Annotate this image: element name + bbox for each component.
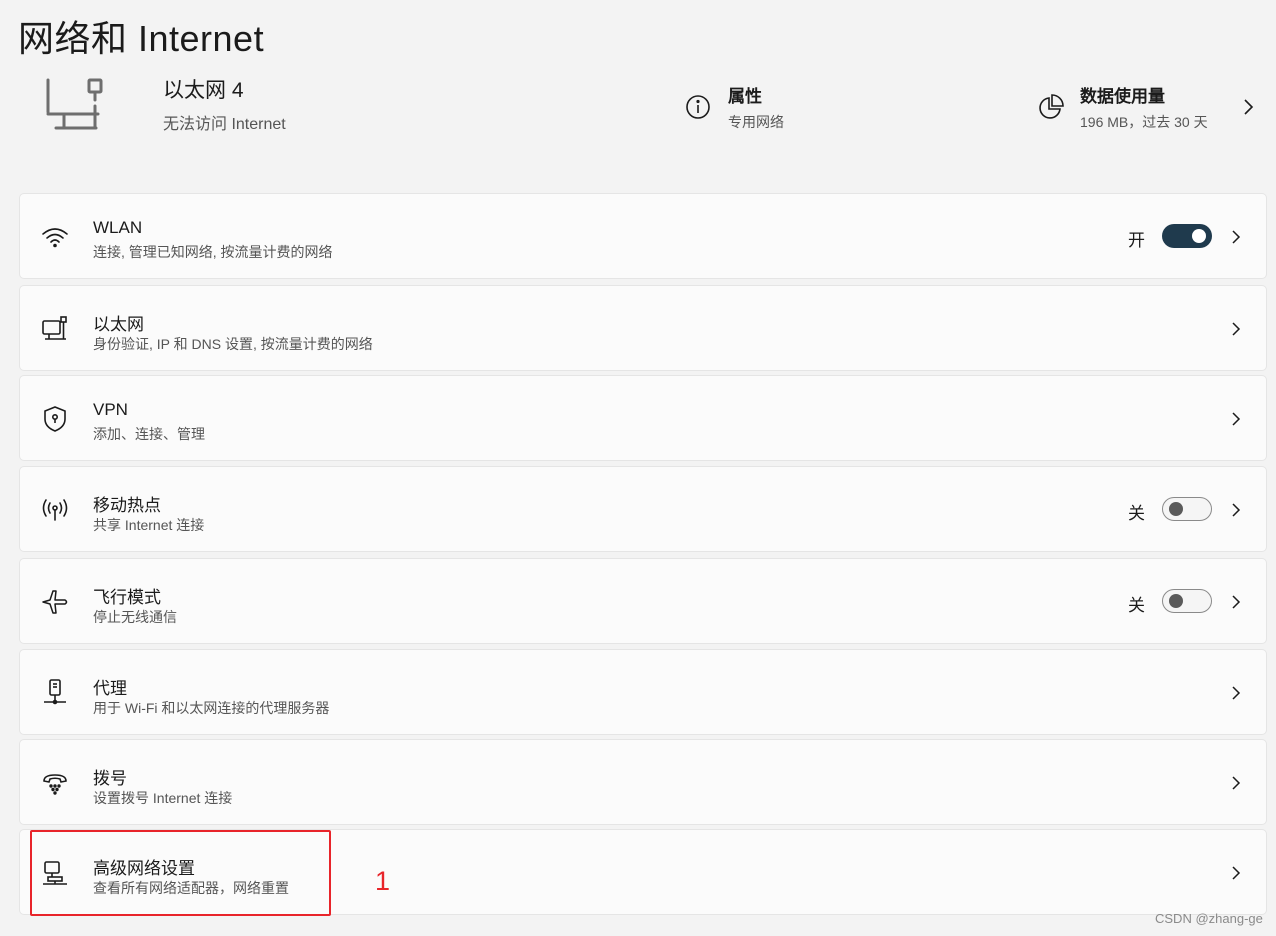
chevron-right-icon bbox=[1228, 408, 1244, 430]
annotation-label: 1 bbox=[375, 866, 391, 896]
wlan-toggle[interactable] bbox=[1162, 224, 1212, 248]
data-usage-subtitle: 196 MB，过去 30 天 bbox=[1080, 114, 1208, 130]
adapter-status: 无法访问 Internet bbox=[163, 116, 286, 133]
ethernet-adapter-icon bbox=[42, 72, 108, 134]
proxy-icon bbox=[40, 678, 70, 708]
chevron-right-icon bbox=[1228, 591, 1244, 613]
dialup-card[interactable]: 拨号 设置拨号 Internet 连接 bbox=[19, 739, 1267, 825]
properties-subtitle: 专用网络 bbox=[728, 114, 784, 130]
ethernet-title: 以太网 bbox=[93, 315, 144, 334]
proxy-card[interactable]: 代理 用于 Wi-Fi 和以太网连接的代理服务器 bbox=[19, 649, 1267, 735]
chevron-right-icon bbox=[1228, 682, 1244, 704]
chevron-right-icon bbox=[1228, 226, 1244, 248]
info-icon bbox=[684, 92, 714, 122]
vpn-card[interactable]: VPN 添加、连接、管理 bbox=[19, 375, 1267, 461]
toggle-knob bbox=[1192, 229, 1206, 243]
chevron-right-icon bbox=[1228, 318, 1244, 340]
airplane-mode-subtitle: 停止无线通信 bbox=[93, 609, 177, 625]
airplane-mode-card[interactable]: 飞行模式 停止无线通信 关 bbox=[19, 558, 1267, 644]
toggle-knob bbox=[1169, 502, 1183, 516]
chevron-right-icon bbox=[1228, 772, 1244, 794]
hotspot-title: 移动热点 bbox=[93, 496, 161, 515]
wifi-icon bbox=[40, 222, 70, 252]
annotation-highlight-box bbox=[30, 830, 331, 916]
ethernet-card[interactable]: 以太网 身份验证, IP 和 DNS 设置, 按流量计费的网络 bbox=[19, 285, 1267, 371]
shield-icon bbox=[40, 404, 70, 434]
toggle-knob bbox=[1169, 594, 1183, 608]
hotspot-icon bbox=[40, 495, 70, 525]
properties-link[interactable]: 属性 专用网络 bbox=[684, 82, 784, 132]
adapter-name: 以太网 4 bbox=[163, 79, 244, 102]
watermark: CSDN @zhang-ge bbox=[1155, 911, 1263, 926]
data-usage-title: 数据使用量 bbox=[1080, 87, 1165, 106]
dialup-title: 拨号 bbox=[93, 769, 127, 788]
data-usage-link[interactable]: 数据使用量 196 MB，过去 30 天 bbox=[1036, 82, 1208, 132]
page-title: 网络和 Internet bbox=[18, 18, 265, 59]
wlan-state-label: 开 bbox=[1128, 231, 1145, 250]
airplane-icon bbox=[40, 587, 70, 617]
wlan-subtitle: 连接, 管理已知网络, 按流量计费的网络 bbox=[93, 244, 333, 260]
dialup-subtitle: 设置拨号 Internet 连接 bbox=[93, 790, 233, 806]
hotspot-subtitle: 共享 Internet 连接 bbox=[93, 517, 205, 533]
hotspot-card[interactable]: 移动热点 共享 Internet 连接 关 bbox=[19, 466, 1267, 552]
chevron-right-icon[interactable] bbox=[1240, 96, 1258, 118]
wlan-card[interactable]: WLAN 连接, 管理已知网络, 按流量计费的网络 开 bbox=[19, 193, 1267, 279]
properties-title: 属性 bbox=[728, 87, 762, 106]
hotspot-state-label: 关 bbox=[1128, 504, 1145, 523]
airplane-mode-toggle[interactable] bbox=[1162, 589, 1212, 613]
wlan-title: WLAN bbox=[93, 218, 143, 237]
chevron-right-icon bbox=[1228, 499, 1244, 521]
vpn-subtitle: 添加、连接、管理 bbox=[93, 426, 205, 442]
airplane-mode-state-label: 关 bbox=[1128, 596, 1145, 615]
pie-chart-icon bbox=[1036, 92, 1066, 122]
ethernet-subtitle: 身份验证, IP 和 DNS 设置, 按流量计费的网络 bbox=[93, 336, 373, 352]
proxy-subtitle: 用于 Wi-Fi 和以太网连接的代理服务器 bbox=[93, 700, 330, 716]
ethernet-icon bbox=[40, 314, 70, 344]
hotspot-toggle[interactable] bbox=[1162, 497, 1212, 521]
vpn-title: VPN bbox=[93, 400, 128, 419]
chevron-right-icon bbox=[1228, 862, 1244, 884]
proxy-title: 代理 bbox=[93, 679, 127, 698]
airplane-mode-title: 飞行模式 bbox=[93, 588, 161, 607]
phone-icon bbox=[40, 768, 70, 798]
